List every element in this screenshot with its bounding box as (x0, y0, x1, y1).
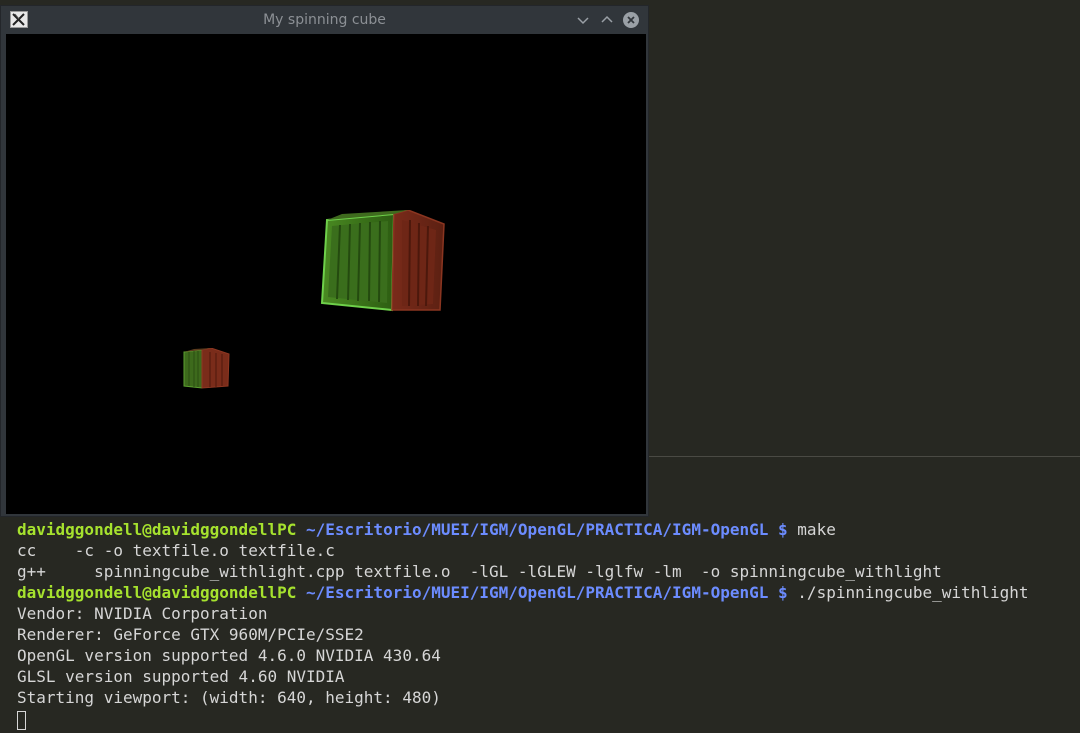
divider (648, 456, 1080, 457)
maximize-icon[interactable] (598, 11, 616, 29)
opengl-viewport[interactable] (6, 34, 646, 514)
prompt-command: make (797, 520, 836, 539)
prompt-symbol: $ (778, 583, 788, 602)
window-title: My spinning cube (263, 12, 386, 28)
terminal-line: Renderer: GeForce GTX 960M/PCIe/SSE2 (17, 625, 364, 644)
prompt-user: davidggondell@davidggondellPC (17, 583, 297, 602)
terminal-line: g++ spinningcube_withlight.cpp textfile.… (17, 562, 942, 581)
terminal[interactable]: davidggondell@davidggondellPC ~/Escritor… (0, 517, 1080, 733)
terminal-line-prompt: davidggondell@davidggondellPC ~/Escritor… (17, 519, 836, 540)
prompt-symbol: $ (778, 520, 788, 539)
terminal-line: OpenGL version supported 4.6.0 NVIDIA 43… (17, 646, 441, 665)
large-crate-cube (320, 210, 445, 312)
terminal-line: Starting viewport: (width: 640, height: … (17, 688, 441, 707)
terminal-line: GLSL version supported 4.60 NVIDIA (17, 667, 345, 686)
prompt-path: ~/Escritorio/MUEI/IGM/OpenGL/PRACTICA/IG… (306, 520, 769, 539)
terminal-line: Vendor: NVIDIA Corporation (17, 604, 268, 623)
prompt-user: davidggondell@davidggondellPC (17, 520, 297, 539)
minimize-icon[interactable] (574, 11, 592, 29)
terminal-cursor (17, 711, 26, 730)
close-icon[interactable] (622, 11, 640, 29)
small-crate-cube (183, 348, 230, 389)
terminal-line-prompt: davidggondell@davidggondellPC ~/Escritor… (17, 582, 1028, 603)
prompt-command: ./spinningcube_withlight (797, 583, 1029, 602)
prompt-path: ~/Escritorio/MUEI/IGM/OpenGL/PRACTICA/IG… (306, 583, 769, 602)
opengl-window[interactable]: My spinning cube (0, 5, 649, 517)
terminal-line: cc -c -o textfile.o textfile.c (17, 541, 335, 560)
window-titlebar[interactable]: My spinning cube (1, 6, 648, 34)
